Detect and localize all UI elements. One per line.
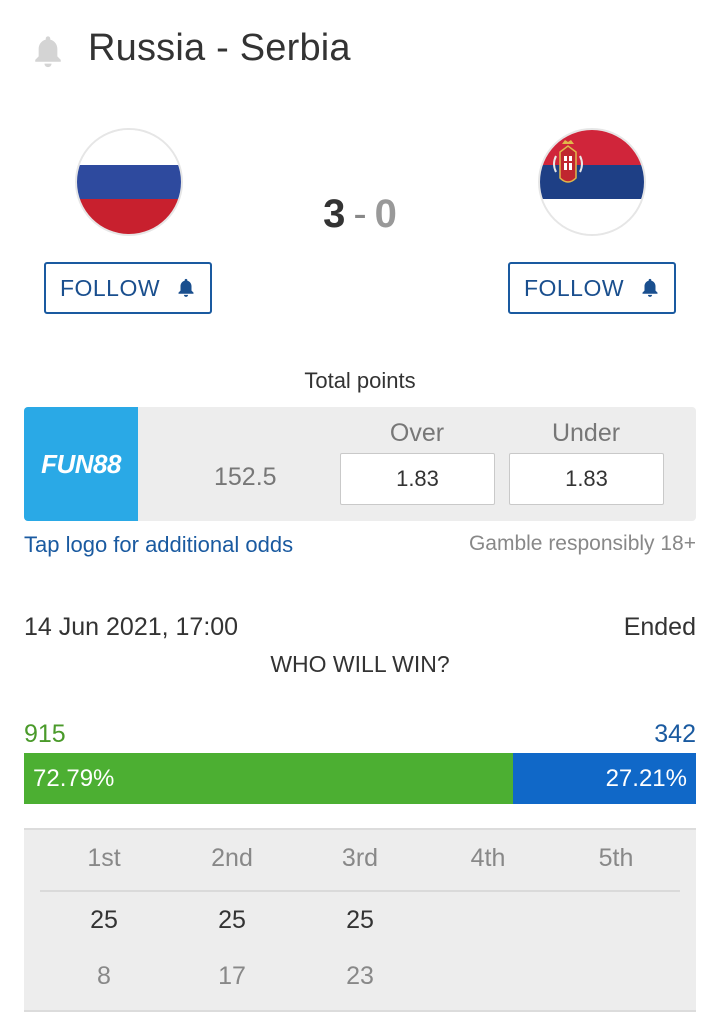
away-set-3: 23	[346, 962, 374, 990]
odds-panel: FUN88 152.5 Over Under 1.83 1.83	[24, 407, 696, 521]
home-set-4	[424, 906, 552, 935]
away-set-2: 17	[218, 962, 246, 990]
away-vote-count: 342	[654, 720, 696, 748]
away-vote-bar[interactable]: 27.21%	[513, 753, 696, 804]
home-set-2: 25	[218, 906, 246, 934]
page-title: Russia - Serbia	[88, 27, 351, 69]
away-set-5	[552, 962, 680, 991]
set-header-4th: 4th	[470, 844, 506, 872]
home-set-5	[552, 906, 680, 935]
away-set-4	[424, 962, 552, 991]
over-odds-button[interactable]: 1.83	[340, 453, 495, 505]
match-status: Ended	[623, 613, 696, 641]
serbia-flag-icon	[540, 130, 644, 234]
away-set-1: 8	[97, 962, 111, 990]
bell-icon	[642, 278, 658, 297]
bell-icon[interactable]	[31, 33, 65, 71]
away-team-flag[interactable]	[540, 130, 644, 234]
odds-title: Total points	[304, 368, 416, 393]
under-odds-button[interactable]: 1.83	[509, 453, 664, 505]
fun88-logo-text: FUN88	[41, 448, 121, 479]
away-score: 0	[374, 192, 397, 236]
score-separator: -	[353, 192, 367, 236]
set-header-2nd: 2nd	[211, 844, 253, 872]
set-header-1st: 1st	[87, 844, 121, 872]
match-header: Russia - Serbia	[0, 0, 720, 100]
under-label: Under	[551, 419, 621, 447]
home-score: 3	[323, 192, 346, 236]
set-header-row: 1st 2nd 3rd 4th 5th	[40, 844, 680, 892]
set-header-3rd: 3rd	[341, 844, 379, 872]
who-will-win-heading: WHO WILL WIN?	[270, 651, 450, 677]
bell-icon	[178, 278, 194, 297]
follow-home-button[interactable]: FOLLOW	[44, 262, 212, 314]
over-label: Over	[389, 419, 445, 447]
follow-away-button[interactable]: FOLLOW	[508, 262, 676, 314]
home-vote-bar[interactable]: 72.79%	[24, 753, 514, 804]
fun88-logo[interactable]: FUN88	[24, 407, 138, 521]
set-header-5th: 5th	[598, 844, 634, 872]
home-set-1: 25	[90, 906, 118, 934]
additional-odds-link[interactable]: Tap logo for additional odds	[24, 532, 293, 558]
follow-away-label: FOLLOW	[523, 274, 625, 301]
home-set-3: 25	[346, 906, 374, 934]
away-set-row: 8 17 23	[40, 962, 680, 991]
set-scores-table: 1st 2nd 3rd 4th 5th 25 25 25 8 17 23	[24, 828, 696, 1012]
home-vote-count: 915	[24, 720, 66, 748]
home-set-row: 25 25 25	[40, 906, 680, 935]
gamble-responsibly-text: Gamble responsibly 18+	[468, 532, 696, 555]
vote-bar: 72.79% 27.21%	[24, 753, 696, 804]
follow-home-label: FOLLOW	[59, 274, 161, 301]
match-date: 14 Jun 2021, 17:00	[24, 613, 239, 641]
odds-line-value: 152.5	[214, 463, 277, 491]
